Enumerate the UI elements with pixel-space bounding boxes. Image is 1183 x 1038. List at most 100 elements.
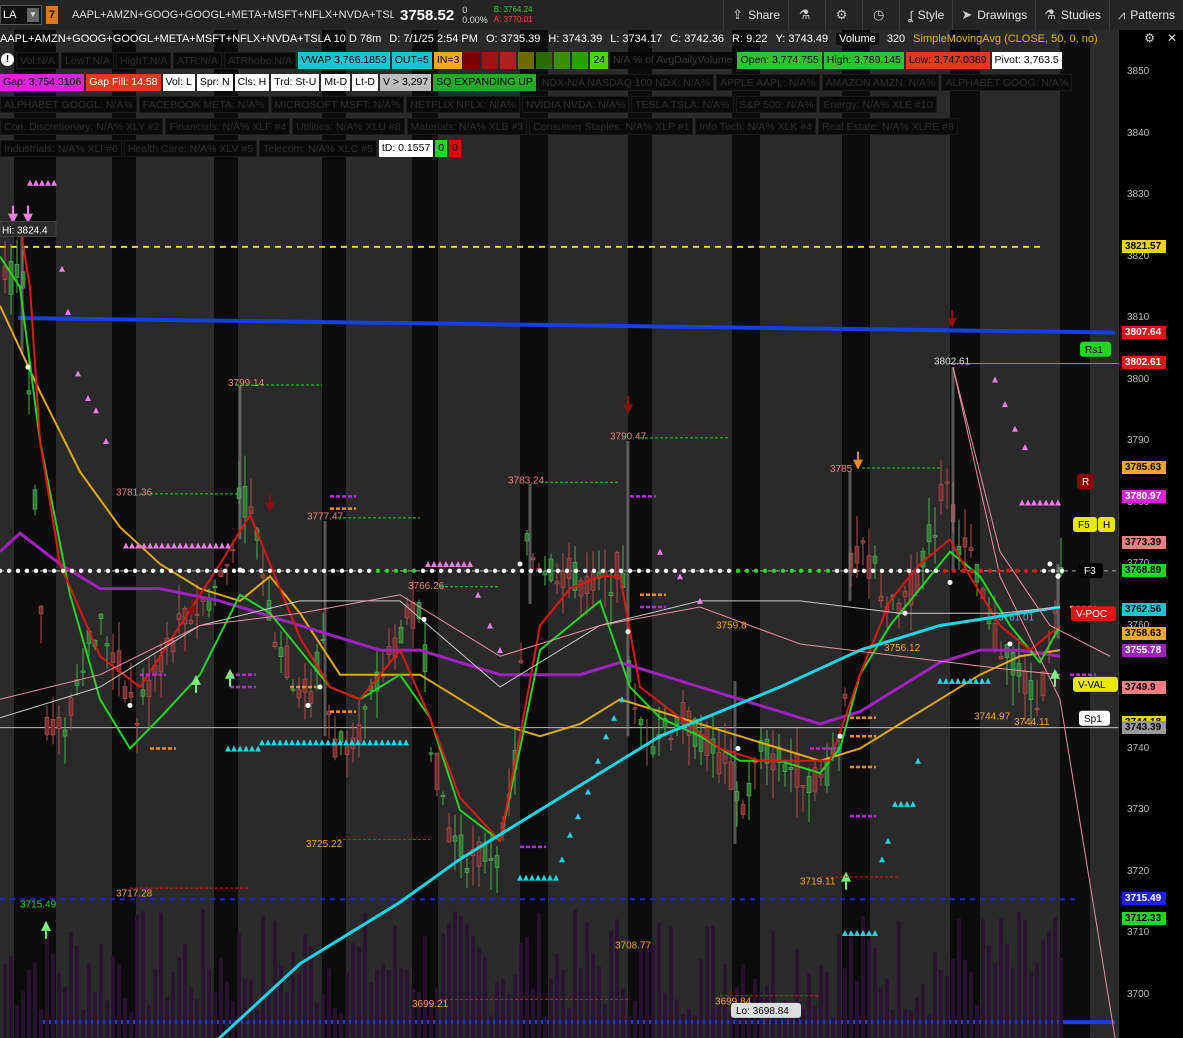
share-button[interactable]: ⇪ Share <box>723 0 788 30</box>
sma-study-label[interactable]: SimpleMovingAvg (CLOSE, 50, 0, no) <box>913 33 1097 45</box>
chart-title: AAPL+AMZN+GOOG+GOOGL+META+MSFT+NFLX+NVDA… <box>0 32 382 45</box>
study-label-row-3: ALPHABET GOOGL: N/A% FACEBOOK META: N/A% M… <box>0 96 939 114</box>
volume-bar <box>207 968 211 1038</box>
volume-bar <box>453 911 457 1038</box>
row1-label-13 <box>554 52 571 69</box>
drawings-button[interactable]: ➤ Drawings <box>952 0 1035 30</box>
pivot-dot <box>87 568 93 574</box>
candle-body <box>290 688 296 691</box>
candle-body <box>440 794 446 798</box>
pivot-dot <box>897 568 903 574</box>
candle-body <box>302 678 308 693</box>
pivot-dot <box>690 568 696 574</box>
price-note-label: 3766.26 <box>408 581 445 592</box>
axis-tick-label: 3710 <box>1127 927 1150 938</box>
bar-y: Y: 3743.49 <box>775 32 829 45</box>
volume-bar <box>837 934 841 1038</box>
row2-label-7: Lt-D <box>352 74 378 91</box>
flask-button[interactable]: ⚗ <box>788 0 825 30</box>
volume-bar <box>123 998 127 1038</box>
settings-button[interactable]: ⚙ <box>825 0 862 30</box>
candle-body <box>746 782 752 797</box>
volume-bar <box>423 936 427 1038</box>
warning-icon[interactable]: ! <box>1 53 14 66</box>
row2-label-13: ALPHABET GOOG: N/A% <box>941 74 1073 91</box>
patterns-button[interactable]: ⩘ Patterns <box>1108 0 1183 30</box>
pivot-dot <box>105 568 111 574</box>
volume-bar <box>591 953 595 1038</box>
volume-bar <box>909 1010 913 1038</box>
price-axis[interactable]: 3850384038303820381038003790378037703760… <box>1118 30 1183 1038</box>
volume-bar <box>177 957 181 1038</box>
candle-body <box>44 716 50 736</box>
candle-body <box>782 764 788 772</box>
pivot-dot <box>852 568 858 574</box>
volume-bar <box>969 971 973 1038</box>
pivot-dot <box>600 568 606 574</box>
chart-settings-icon[interactable]: ⚙ <box>1144 31 1155 45</box>
pivot-dot <box>6 568 12 574</box>
row1-label-14 <box>572 52 589 69</box>
pivot-dot <box>15 568 21 574</box>
candle-body <box>26 390 32 395</box>
style-label: Style <box>917 8 945 22</box>
candle-body <box>728 761 734 790</box>
symbol-description: AAPL+AMZN+GOOG+GOOGL+META+MSFT+NFLX+NVDA… <box>72 9 394 21</box>
volume-bar <box>135 914 139 1038</box>
candle-body <box>200 598 206 602</box>
pivot-dot <box>393 568 399 574</box>
candle-body <box>410 601 416 629</box>
volume-bar <box>621 988 625 1038</box>
link-group-badge[interactable]: 7 <box>46 6 58 24</box>
axis-price-label: 3712.33 <box>1122 911 1166 925</box>
volume-bar <box>255 1009 259 1038</box>
volume-bar <box>771 931 775 1038</box>
axis-price-label: 3802.61 <box>1122 356 1166 370</box>
candle-body <box>458 834 464 857</box>
pivot-dot <box>438 568 444 574</box>
volume-bar <box>21 991 25 1038</box>
volume-bar <box>477 947 481 1038</box>
volume-bar <box>57 972 61 1038</box>
axis-price-label: 3715.49 <box>1122 892 1166 906</box>
volume-bar <box>159 912 163 1038</box>
style-button[interactable]: ʆ Style <box>899 0 952 30</box>
candle-body <box>110 652 116 663</box>
row1-label-18: High: 3,789.145 <box>823 52 904 69</box>
volume-bar <box>405 969 409 1038</box>
time-button[interactable]: ◷ <box>862 0 899 30</box>
pivot-dot <box>366 568 372 574</box>
pivot-dot <box>717 568 723 574</box>
candle-body <box>428 752 434 755</box>
candle-body <box>842 693 848 699</box>
pivot-dot <box>357 568 363 574</box>
pivot-dot <box>231 568 237 574</box>
volume-bar <box>471 935 475 1038</box>
bar-low: L: 3734.17 <box>610 32 663 45</box>
candle-body <box>716 751 722 775</box>
candle-body <box>806 776 812 794</box>
symbol-selector[interactable]: LA ▼ <box>0 5 42 25</box>
axis-price-label: 3743.39 <box>1122 720 1166 734</box>
price-chart[interactable]: 3799.14 3781.36 3777.47 3766.26 3783.24 3790.… <box>0 30 1118 1038</box>
volume-bar <box>807 973 811 1038</box>
volume-bar <box>975 1004 979 1038</box>
studies-button[interactable]: ⚗ Studies <box>1035 0 1109 30</box>
pivot-dot <box>834 568 840 574</box>
candle-body <box>434 752 440 790</box>
volume-bar <box>99 944 103 1038</box>
candle-body <box>212 585 218 589</box>
row5-label-4: 0 <box>435 140 448 157</box>
study-label-row-1: Vol:N/A LowT:N/A HighT:N/A ATR:N/A ATRhobo:N… <box>16 52 1064 70</box>
candle-body <box>542 570 548 576</box>
white-dot <box>1047 561 1053 567</box>
volume-bar <box>1023 920 1027 1038</box>
chevron-down-icon[interactable]: ▼ <box>27 8 39 22</box>
volume-bar <box>87 963 91 1038</box>
candle-body <box>272 642 278 648</box>
volume-bar <box>951 958 955 1038</box>
pivot-dot <box>915 568 921 574</box>
close-icon[interactable]: ✕ <box>1167 31 1177 45</box>
row4-label-1: Financials: N/A% XLF #4 <box>165 118 291 135</box>
price-note-label: 3781.36 <box>116 487 153 498</box>
